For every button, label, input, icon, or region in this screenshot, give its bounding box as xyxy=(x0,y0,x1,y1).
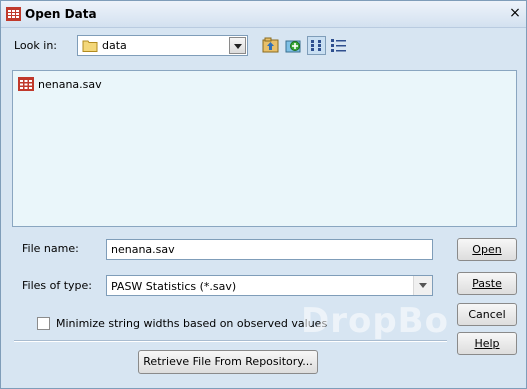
retrieve-button-label: Retrieve File From Repository... xyxy=(143,355,313,368)
files-of-type-value: PASW Statistics (*.sav) xyxy=(111,280,237,293)
look-in-label: Look in: xyxy=(14,39,57,52)
chevron-down-icon[interactable] xyxy=(413,276,432,295)
retrieve-from-repository-button[interactable]: Retrieve File From Repository... xyxy=(138,350,318,374)
close-icon[interactable]: × xyxy=(508,6,522,21)
dialog-title: Open Data xyxy=(25,7,97,21)
look-in-dropdown[interactable]: data xyxy=(77,35,248,56)
divider xyxy=(14,340,447,342)
file-name-field[interactable] xyxy=(106,239,433,260)
look-in-value: data xyxy=(102,39,127,52)
file-list[interactable]: nenana.sav xyxy=(12,70,517,227)
paste-button[interactable]: Paste xyxy=(457,272,517,295)
new-folder-icon[interactable] xyxy=(284,36,303,55)
files-of-type-dropdown[interactable]: PASW Statistics (*.sav) xyxy=(106,275,433,296)
file-name-text: nenana.sav xyxy=(38,78,102,91)
open-button[interactable]: Open xyxy=(457,238,517,261)
minimize-string-widths-label: Minimize string widths based on observed… xyxy=(56,317,328,330)
help-button-label: Help xyxy=(474,337,500,350)
paste-button-label: Paste xyxy=(472,277,502,290)
file-name-label: File name: xyxy=(22,242,79,255)
open-button-label: Open xyxy=(472,243,502,256)
list-view-icon[interactable] xyxy=(307,36,326,55)
folder-icon xyxy=(82,40,98,52)
cancel-button[interactable]: Cancel xyxy=(457,303,517,326)
chevron-down-icon[interactable] xyxy=(229,37,246,54)
files-of-type-label: Files of type: xyxy=(22,279,93,292)
up-folder-icon[interactable] xyxy=(261,36,280,55)
help-button[interactable]: Help xyxy=(457,332,517,355)
details-view-icon[interactable] xyxy=(329,36,348,55)
data-grid-icon xyxy=(6,7,21,21)
sav-file-icon xyxy=(18,77,34,91)
minimize-string-widths-checkbox[interactable] xyxy=(37,317,50,330)
title-bar[interactable]: Open Data × xyxy=(1,1,526,28)
open-data-dialog: Open Data × Look in: data nenana.sav Fil… xyxy=(0,0,527,389)
cancel-button-label: Cancel xyxy=(468,308,506,321)
